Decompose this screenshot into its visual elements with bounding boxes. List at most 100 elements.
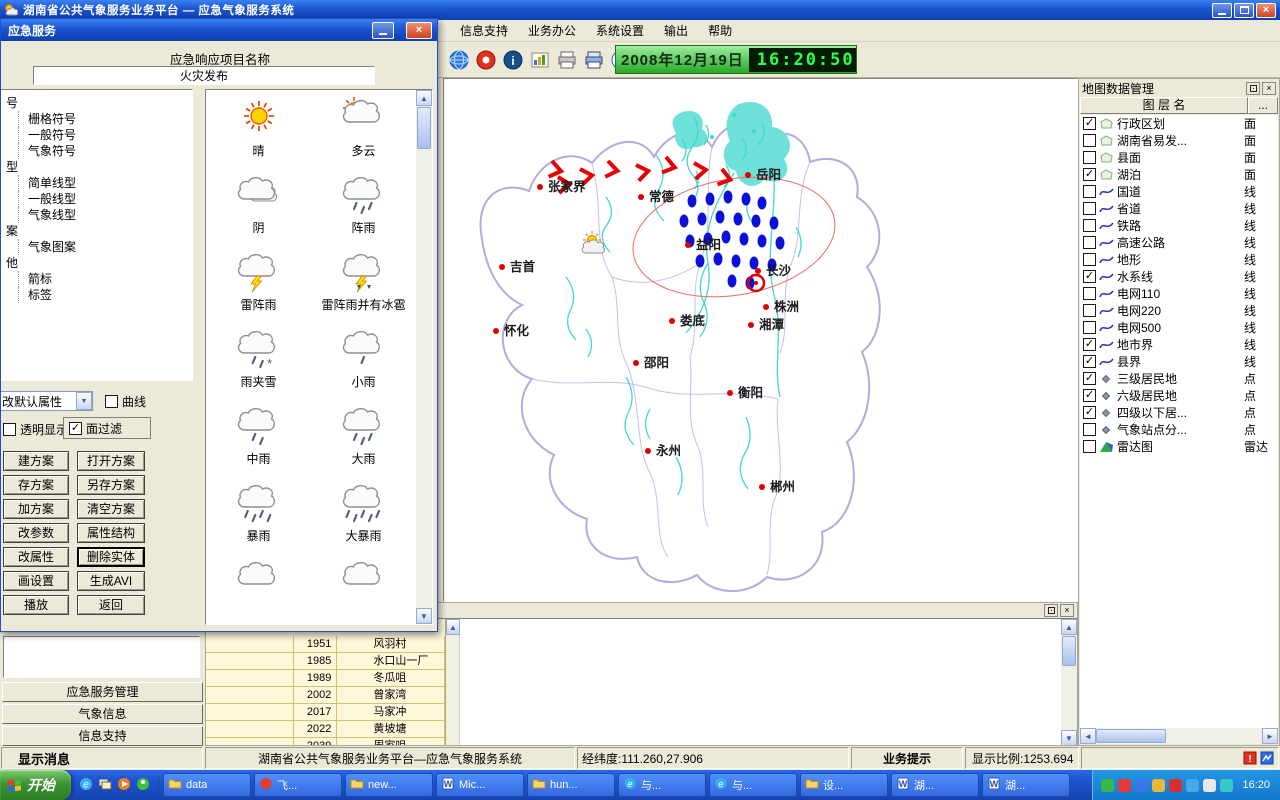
layer-hscrollbar[interactable]: ◄ ► (1080, 728, 1278, 744)
dialog-button[interactable]: 删除实体 (77, 547, 145, 567)
antivirus-icon[interactable] (1101, 779, 1114, 792)
layer-checkbox[interactable] (1083, 304, 1096, 317)
close-panel-icon[interactable]: × (1060, 604, 1074, 617)
table-row[interactable]: 2039周家咀 (206, 738, 445, 745)
network-icon[interactable] (1186, 779, 1199, 792)
table-row[interactable]: 1951风羽村 (206, 636, 445, 653)
tree-item[interactable]: 简单线型 (18, 175, 192, 191)
start-button[interactable]: 开始 (0, 770, 71, 800)
dialog-button[interactable]: 生成AVI (77, 571, 145, 591)
scroll-thumb[interactable] (417, 107, 431, 149)
info-icon[interactable]: i (501, 48, 525, 72)
tree-item[interactable]: 他 (6, 255, 192, 271)
layer-row[interactable]: 县面面 (1080, 149, 1278, 166)
ie-icon[interactable]: e (79, 777, 93, 794)
show-desktop-icon[interactable] (98, 777, 112, 794)
layer-checkbox[interactable] (1083, 253, 1096, 266)
layer-checkbox[interactable]: ✓ (1083, 355, 1096, 368)
tree-item[interactable]: 标签 (18, 287, 192, 303)
tree-item[interactable]: 气象线型 (18, 207, 192, 223)
menu-item[interactable]: 信息支持 (450, 19, 518, 42)
layer-row[interactable]: 湖南省易发...面 (1080, 132, 1278, 149)
menu-item[interactable]: 帮助 (698, 19, 742, 42)
print-icon[interactable] (555, 48, 579, 72)
tree-item[interactable]: 一般线型 (18, 191, 192, 207)
taskbar-item[interactable]: 飞... (254, 773, 342, 797)
weather-item[interactable]: *雨夹雪 (206, 323, 311, 400)
weather-item[interactable]: 大雨 (311, 400, 416, 477)
messenger-tray-icon[interactable] (1135, 779, 1148, 792)
layer-row[interactable]: ✓行政区划面 (1080, 115, 1278, 132)
tree-item[interactable]: 气象符号 (18, 143, 192, 159)
dialog-button[interactable]: 属性结构 (77, 523, 145, 543)
maximize-button[interactable] (1234, 3, 1254, 18)
table-row[interactable]: 2017马家冲 (206, 704, 445, 721)
table-row[interactable]: 2002曾家湾 (206, 687, 445, 704)
weather-vscrollbar[interactable]: ▲ ▼ (416, 90, 432, 624)
weather-item[interactable]: 中雨 (206, 400, 311, 477)
weather-item[interactable]: 阴 (206, 169, 311, 246)
project-name-input[interactable] (33, 66, 375, 85)
dialog-button[interactable]: 返回 (77, 595, 145, 615)
layer-checkbox[interactable] (1083, 321, 1096, 334)
dialog-minimize-button[interactable] (372, 22, 394, 39)
warning-icon[interactable]: ! (1243, 751, 1257, 765)
close-panel-icon[interactable]: × (1262, 82, 1276, 95)
chart-icon[interactable] (528, 48, 552, 72)
layer-checkbox[interactable] (1083, 236, 1096, 249)
show-message-label[interactable]: 显示消息 (1, 747, 203, 769)
weather-item[interactable] (311, 554, 416, 625)
tree-item[interactable]: 气象图案 (18, 239, 192, 255)
curve-checkbox[interactable] (105, 395, 118, 408)
taskbar-item[interactable]: 设... (800, 773, 888, 797)
taskbar-item[interactable]: W湖... (982, 773, 1070, 797)
taskbar-item[interactable]: W湖... (891, 773, 979, 797)
tree-item[interactable]: 案 (6, 223, 192, 239)
layer-checkbox[interactable] (1083, 440, 1096, 453)
side-button[interactable]: 应急服务管理 (2, 682, 203, 702)
weather-item[interactable]: 大暴雨 (311, 477, 416, 554)
layer-checkbox[interactable]: ✓ (1083, 372, 1096, 385)
taskbar-item[interactable]: data (163, 773, 251, 797)
weather-item[interactable]: 多云 (311, 92, 416, 169)
fetion-icon[interactable] (1118, 779, 1131, 792)
side-button[interactable]: 气象信息 (2, 704, 203, 724)
messenger-icon[interactable] (136, 777, 150, 794)
layer-row[interactable]: 国道线 (1080, 183, 1278, 200)
scroll-up-icon[interactable]: ▲ (1061, 619, 1077, 635)
layer-checkbox[interactable] (1083, 202, 1096, 215)
weather-item[interactable] (206, 554, 311, 625)
layer-row[interactable]: ✓水系线线 (1080, 268, 1278, 285)
layer-row[interactable]: ✓县界线 (1080, 353, 1278, 370)
dialog-button[interactable]: 存方案 (3, 475, 69, 495)
taskbar-item[interactable]: new... (345, 773, 433, 797)
export-icon[interactable] (582, 48, 606, 72)
table-vscrollbar[interactable]: ▲ (446, 619, 460, 745)
layer-checkbox[interactable]: ✓ (1083, 117, 1096, 130)
dialog-button[interactable]: 清空方案 (77, 499, 145, 519)
face-filter-checkbox[interactable]: ✓ (69, 422, 82, 435)
dialog-button[interactable]: 加方案 (3, 499, 69, 519)
tree-item[interactable]: 箭标 (18, 271, 192, 287)
layer-row[interactable]: 雷达图雷达 (1080, 438, 1278, 455)
media-player-icon[interactable] (117, 777, 131, 794)
layer-row[interactable]: 电网220线 (1080, 302, 1278, 319)
tree-item[interactable]: 号 (6, 95, 192, 111)
close-button[interactable]: × (1256, 3, 1276, 18)
weather-item[interactable]: 小雨 (311, 323, 416, 400)
layer-checkbox[interactable] (1083, 287, 1096, 300)
hunan-map[interactable]: 张家界岳阳常德益阳长沙吉首娄底株洲湘潭怀化邵阳衡阳永州郴州 (444, 79, 1077, 601)
volume-icon[interactable] (1203, 779, 1216, 792)
layer-row[interactable]: ✓湖泊面 (1080, 166, 1278, 183)
menu-item[interactable]: 系统设置 (586, 19, 654, 42)
layer-row[interactable]: 高速公路线 (1080, 234, 1278, 251)
message-list-box[interactable] (3, 636, 200, 678)
weather-item[interactable]: 阵雨 (311, 169, 416, 246)
taskbar-item[interactable]: e与... (709, 773, 797, 797)
layer-row[interactable]: ✓三级居民地点 (1080, 370, 1278, 387)
panel-vscrollbar[interactable]: ▲ ▼ (1061, 619, 1077, 745)
layer-checkbox[interactable] (1083, 151, 1096, 164)
dialog-button[interactable]: 改属性 (3, 547, 69, 567)
table-row[interactable]: 1989冬瓜咀 (206, 670, 445, 687)
scroll-right-icon[interactable]: ► (1262, 728, 1278, 744)
